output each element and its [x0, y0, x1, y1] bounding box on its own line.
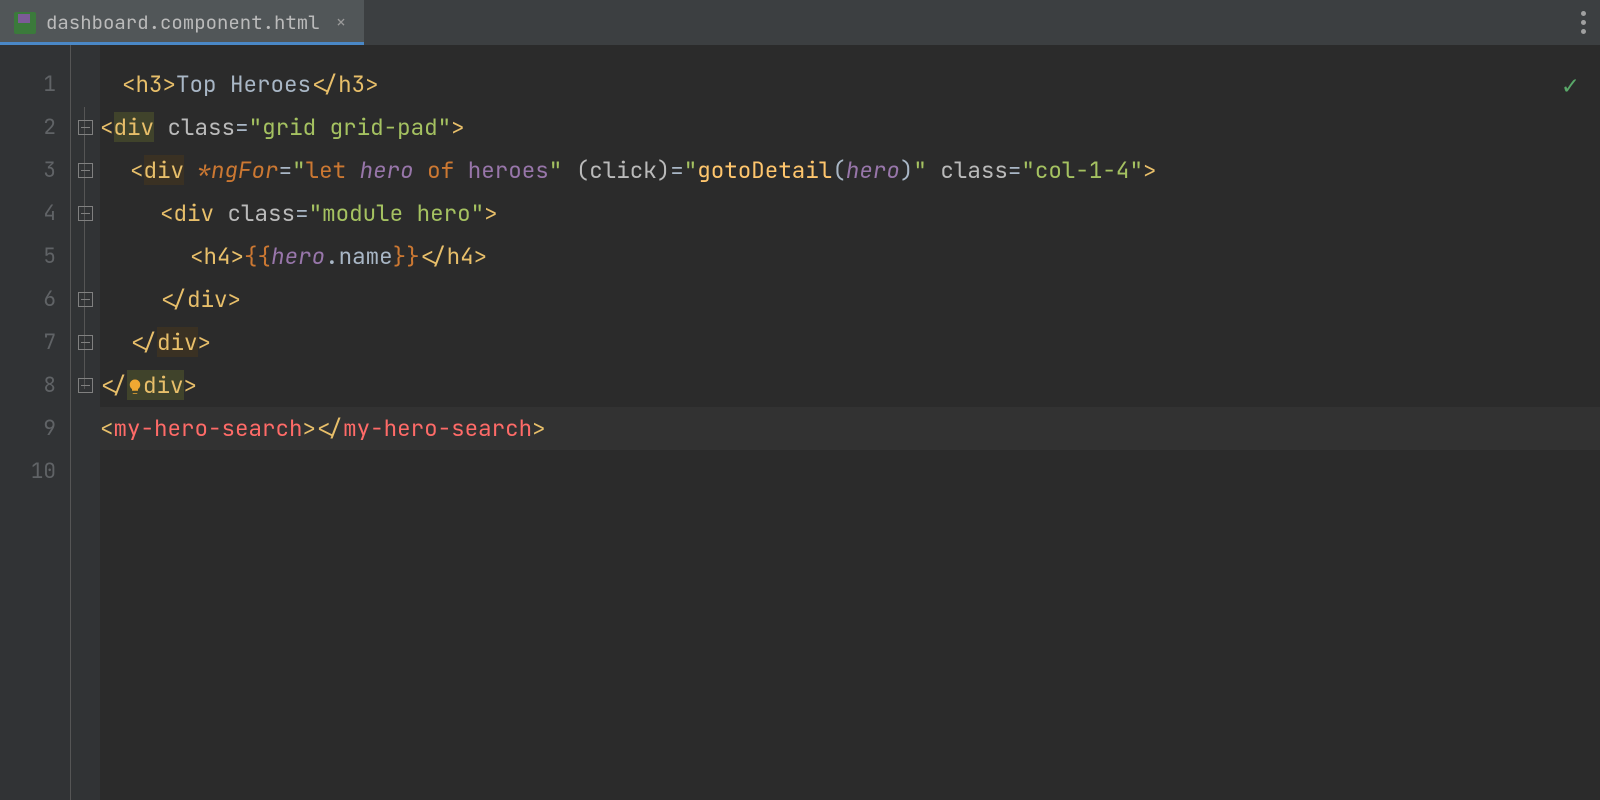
- fold-toggle-icon[interactable]: [78, 292, 93, 307]
- code-line[interactable]: <div *ngFor="let hero of heroes" (click)…: [100, 149, 1600, 192]
- more-options-icon[interactable]: [1581, 0, 1586, 45]
- code-line[interactable]: [100, 450, 1600, 493]
- fold-toggle-icon[interactable]: [78, 335, 93, 350]
- fold-toggle-icon[interactable]: [78, 120, 93, 135]
- code-line[interactable]: <div class="grid grid-pad">: [100, 106, 1600, 149]
- gutter-fold: [70, 45, 100, 800]
- html-file-icon: [14, 12, 36, 34]
- code-line[interactable]: <h4>{{hero.name}}</h4>: [100, 235, 1600, 278]
- fold-toggle-icon[interactable]: [78, 206, 93, 221]
- intention-bulb-icon[interactable]: [126, 367, 144, 385]
- code-line[interactable]: </div>: [100, 364, 1600, 407]
- code-line[interactable]: <div class="module hero">: [100, 192, 1600, 235]
- code-line[interactable]: </div>: [100, 321, 1600, 364]
- tab-bar: dashboard.component.html ×: [0, 0, 1600, 45]
- fold-toggle-icon[interactable]: [78, 378, 93, 393]
- editor-tab[interactable]: dashboard.component.html ×: [0, 0, 364, 45]
- inspection-ok-icon[interactable]: ✓: [1562, 67, 1578, 102]
- tab-filename: dashboard.component.html: [46, 10, 320, 35]
- code-line[interactable]: <h3>Top Heroes</h3>: [100, 63, 1600, 106]
- code-line[interactable]: </div>: [100, 278, 1600, 321]
- close-icon[interactable]: ×: [336, 11, 347, 34]
- fold-toggle-icon[interactable]: [78, 163, 93, 178]
- code-area[interactable]: ✓ <h3>Top Heroes</h3> <div class="grid g…: [100, 45, 1600, 800]
- code-editor[interactable]: 1 2 3 4 5 6 7 8 9 10 ✓ <h3>Top Heroes</h…: [0, 45, 1600, 800]
- code-line-current[interactable]: <my-hero-search></my-hero-search>: [100, 407, 1600, 450]
- gutter-line-numbers: 1 2 3 4 5 6 7 8 9 10: [0, 45, 70, 800]
